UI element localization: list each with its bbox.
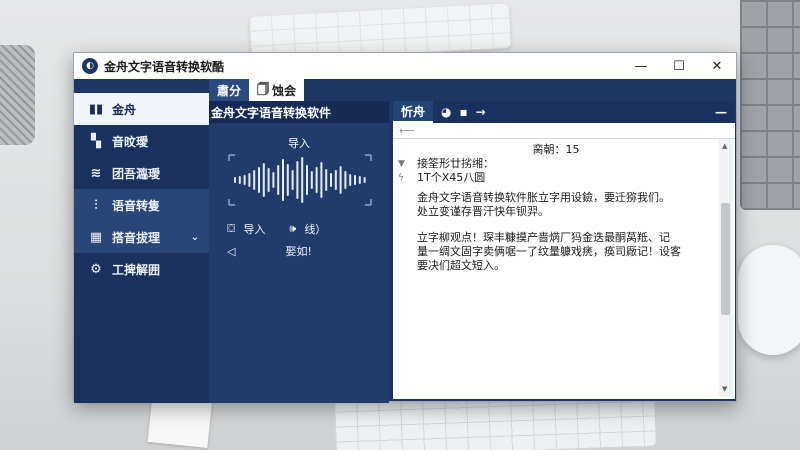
close-button[interactable]: ✕: [698, 53, 736, 79]
background-laptop: [740, 0, 800, 210]
lightning-icon: ϟ: [398, 173, 404, 183]
signal-icon: ⫶: [94, 197, 98, 213]
pen-holder: [0, 45, 35, 145]
sidebar-item-4[interactable]: ▦ 搭音拔理 ⌄: [74, 221, 209, 253]
editor-toolbar: ⟵: [393, 123, 735, 139]
sidebar-item-label: 团吾瀶璦: [112, 166, 161, 181]
restore-button[interactable]: 娶如!: [285, 243, 311, 259]
text-line: 接筌形廿挘缃：: [417, 157, 494, 170]
text-lines: 接筌形廿挘缃： 1T个X45八圆: [417, 157, 717, 185]
grid-icon: ▦: [89, 229, 103, 245]
import-actions: ⛋ 导入 🕪 线）: [227, 221, 326, 237]
wave-icon: ≋: [90, 165, 102, 181]
gear-icon: ⚙: [90, 261, 102, 277]
import-panel: 金舟文字语音转换软件 导入 ⛋ 导入 🕪 线） ◁ 娶如!: [209, 101, 389, 403]
editor-panel: 忻舟 ◕ ▪ → — ⟵ 脔朝：15 ▼ ϟ 接筌形廿挘缃： 1T个X45八圆 …: [393, 101, 735, 399]
scroll-up-icon[interactable]: ▲: [722, 142, 727, 150]
import-title: 导入: [288, 137, 310, 150]
bar-chart-icon: ▮▮: [88, 101, 104, 117]
scroll-thumb[interactable]: [721, 203, 730, 315]
tab-label: 肅分: [217, 83, 242, 98]
window-title: 金舟文字语音转换软酷: [104, 59, 225, 74]
sidebar-item-3[interactable]: ⫶ 语音转隻: [74, 189, 209, 221]
speaker-icon: 🕪: [289, 222, 297, 235]
editor-body[interactable]: 脔朝：15 ▼ ϟ 接筌形廿挘缃： 1T个X45八圆 金舟文字语音转换软件胀立字…: [393, 139, 719, 397]
editor-tab[interactable]: 忻舟: [393, 101, 434, 123]
comment-icon[interactable]: ▪: [460, 105, 468, 119]
palette-icon[interactable]: ◕: [441, 105, 451, 119]
window-controls: — ☐ ✕: [622, 53, 736, 79]
import-button[interactable]: 导入: [243, 221, 265, 237]
title-bar: ◐ 金舟文字语音转换软酷 — ☐ ✕: [74, 53, 736, 79]
document-icon: 🗍: [257, 81, 270, 96]
tab-1[interactable]: 🗍 蚀会: [249, 79, 305, 101]
sidebar-item-label: 音旼璦: [112, 134, 149, 149]
line-button[interactable]: 线）: [304, 221, 326, 237]
paragraph: 金舟文字语音转换软件胀立字用设鐱，要迁猕我们。 处立变谨存晋汗快年钡羿。: [417, 191, 670, 218]
import-icon: ⛋: [227, 222, 236, 235]
line-gutter: ▼ ϟ: [398, 157, 405, 185]
maximize-button[interactable]: ☐: [660, 53, 698, 79]
paragraph: 立字柳观点！琛丰糠摸产啬焫厂犸金迭最酮莴羝、记 量一绸文固字卖俩啹一了纹量躿戏痜…: [417, 231, 681, 272]
sidebar-item-label: 搭音拔理: [112, 230, 161, 245]
chevron-down-icon[interactable]: ⌄: [191, 232, 199, 243]
restore-row: ◁ 娶如!: [227, 243, 312, 259]
arrow-right-icon[interactable]: →: [476, 105, 486, 119]
app-window: ◐ 金舟文字语音转换软酷 — ☐ ✕ 肅分 🗍 蚀会 ▮▮ 金舟 ▚ 音旼璦 ≋…: [73, 52, 737, 403]
app-logo-icon: ◐: [82, 58, 98, 74]
sidebar-item-0[interactable]: ▮▮ 金舟: [74, 93, 209, 125]
back-arrow-icon[interactable]: ⟵: [399, 124, 415, 137]
sidebar-item-1[interactable]: ▚ 音旼璦: [74, 125, 209, 157]
grid-icon: ▚: [91, 133, 101, 149]
sidebar-item-label: 语音转隻: [112, 198, 161, 213]
sidebar-item-label: 工捭解囲: [112, 262, 161, 277]
dropdown-marker-icon: ▼: [398, 159, 405, 169]
tab-0[interactable]: 肅分: [209, 79, 250, 101]
vertical-scrollbar[interactable]: ▲ ▼: [719, 139, 733, 397]
waveform-display[interactable]: [227, 153, 373, 207]
tab-label: 蚀会: [272, 83, 297, 98]
background-mouse: [738, 245, 800, 355]
sidebar: ▮▮ 金舟 ▚ 音旼璦 ≋ 团吾瀶璦 ⫶ 语音转隻 ▦ 搭音拔理 ⌄ ⚙ 工捭解…: [74, 93, 209, 403]
top-tabbar: 肅分 🗍 蚀会: [209, 79, 305, 101]
back-icon: ◁: [227, 244, 236, 258]
sidebar-item-label: 金舟: [112, 102, 137, 117]
word-counter: 脔朝：15: [532, 143, 580, 156]
minimize-panel-icon[interactable]: —: [715, 105, 727, 119]
panel-header: 金舟文字语音转换软件: [209, 101, 389, 123]
text-line: 1T个X45八圆: [417, 171, 486, 184]
scroll-down-icon[interactable]: ▼: [722, 385, 727, 393]
editor-tabbar: 忻舟 ◕ ▪ → —: [393, 101, 735, 123]
minimize-button[interactable]: —: [622, 53, 660, 79]
sidebar-item-5[interactable]: ⚙ 工捭解囲: [74, 253, 209, 285]
sidebar-item-2[interactable]: ≋ 团吾瀶璦: [74, 157, 209, 189]
